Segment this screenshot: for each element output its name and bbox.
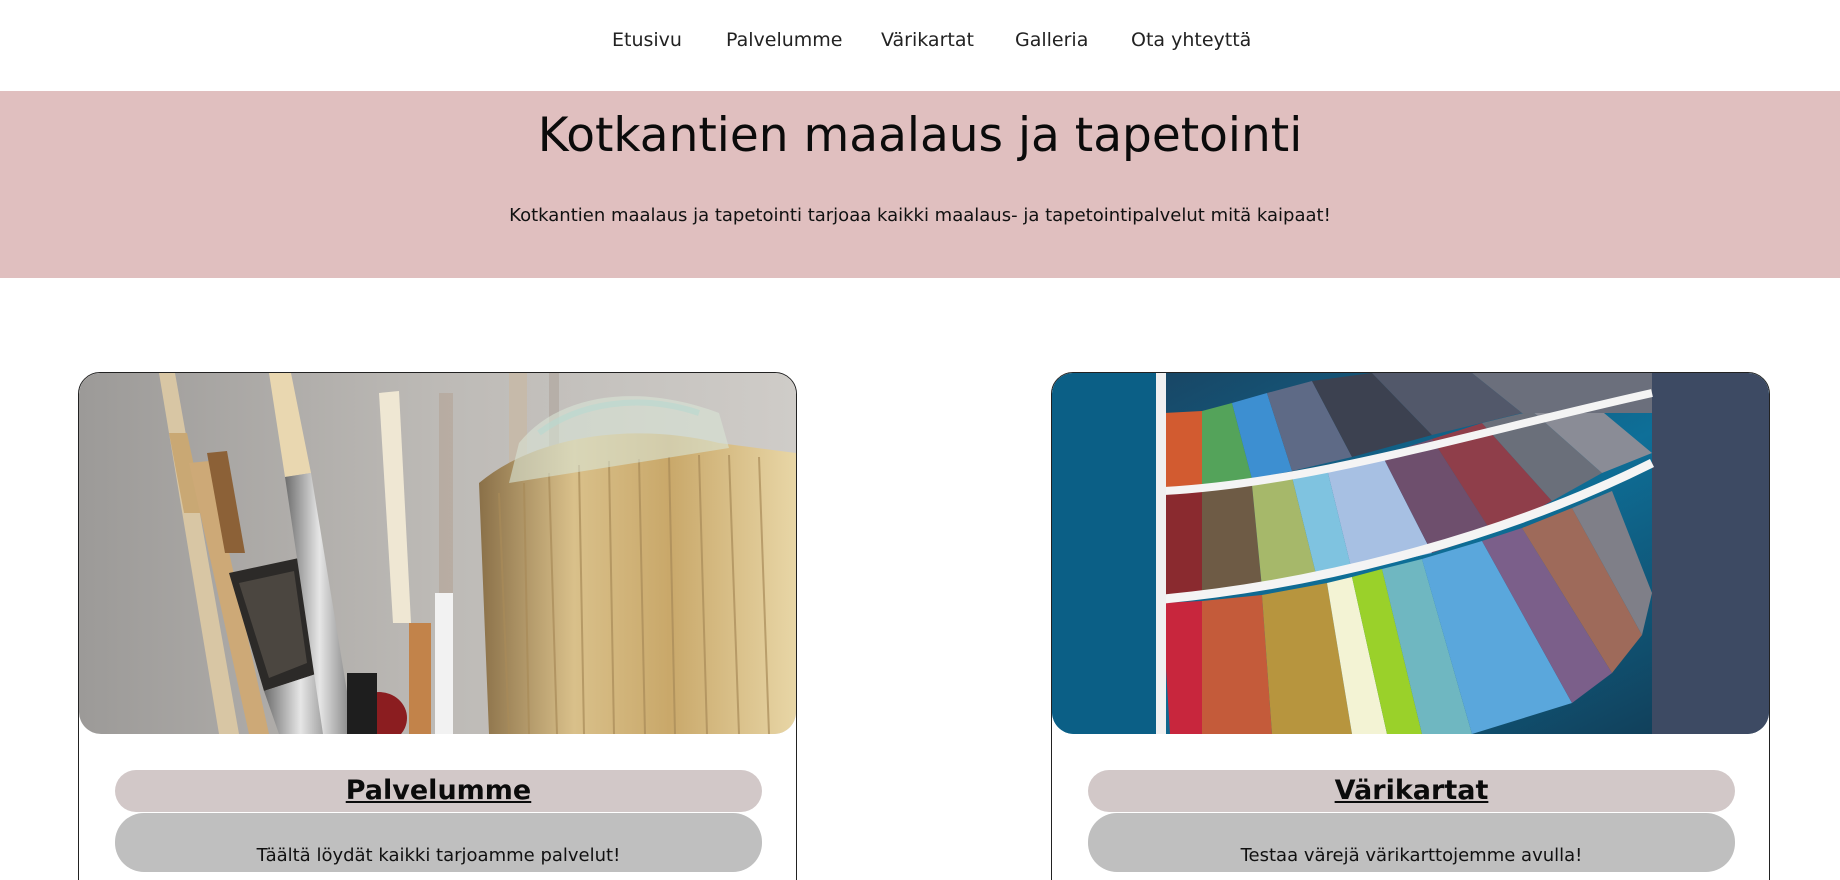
card-description: Täältä löydät kaikki tarjoamme palvelut! [115,813,762,872]
nav-link-ota-yhteytta[interactable]: Ota yhteyttä [1131,29,1251,51]
card-varikartat: Värikartat Testaa värejä värikarttojemme… [1051,372,1770,880]
hero-banner: Kotkantien maalaus ja tapetointi Kotkant… [0,91,1840,278]
color-swatch-fan-image[interactable] [1052,373,1769,734]
card-title-varikartat[interactable]: Värikartat [1088,770,1735,812]
card-palvelumme: Palvelumme Täältä löydät kaikki tarjoamm… [78,372,797,880]
nav-link-etusivu[interactable]: Etusivu [612,29,682,51]
paint-brushes-image[interactable] [79,373,796,734]
top-navigation: Etusivu Palvelumme Värikartat Galleria O… [0,0,1840,91]
card-description: Testaa värejä värikarttojemme avulla! [1088,813,1735,872]
card-title-palvelumme[interactable]: Palvelumme [115,770,762,812]
page-title: Kotkantien maalaus ja tapetointi [537,108,1303,163]
nav-link-galleria[interactable]: Galleria [1015,29,1088,51]
hero-tagline: Kotkantien maalaus ja tapetointi tarjoaa… [509,205,1331,226]
nav-link-varikartat[interactable]: Värikartat [881,29,974,51]
nav-link-palvelumme[interactable]: Palvelumme [726,29,843,51]
